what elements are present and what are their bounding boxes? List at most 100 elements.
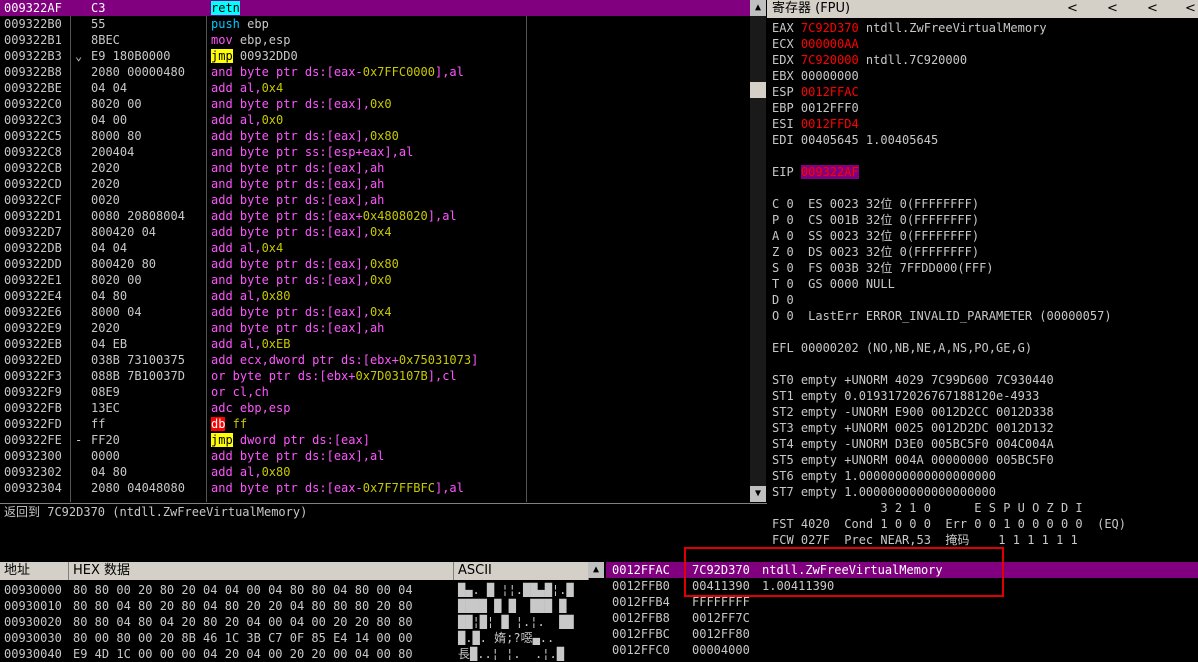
disasm-row[interactable]: 009322E9 2020 and byte ptr ds:[eax],ah (0, 320, 750, 336)
disasm-row[interactable]: 009322C3 04 00 add al,0x0 (0, 112, 750, 128)
stack-address: 0012FFB0 (612, 579, 670, 593)
disasm-row[interactable]: 009322B1 8BEC mov ebp,esp (0, 32, 750, 48)
disasm-row[interactable]: 009322F9 08E9 or cl,ch (0, 384, 750, 400)
disasm-row[interactable]: 009322B3 ⌄ E9 180B0000 jmp 00932DD0 (0, 48, 750, 64)
register-value: ST6 empty 1.0000000000000000000 (772, 469, 996, 483)
disasm-row[interactable]: 00932300 0000 add byte ptr ds:[eax],al (0, 448, 750, 464)
asm-token: and byte ptr ds:[eax- (211, 65, 363, 79)
scroll-down-icon[interactable]: ▼ (750, 486, 766, 502)
register-value: ST4 empty -UNORM D3E0 005BC5F0 004C004A (772, 437, 1054, 451)
disasm-row[interactable]: 00932302 04 80 add al,0x80 (0, 464, 750, 480)
disasm-hex: 13EC (91, 401, 120, 415)
asm-token: 0x80 (261, 465, 291, 479)
hex-bytes: E9 4D 1C 00 00 00 04 20 04 00 20 20 00 0… (73, 647, 413, 661)
disasm-row[interactable]: 009322C8 200404 and byte ptr ss:[esp+eax],… (0, 144, 750, 160)
disasm-instruction: db ff (211, 416, 247, 432)
disasm-address: 009322B1 (4, 33, 62, 47)
disasm-instruction: and byte ptr ds:[eax],0x0 (211, 272, 392, 288)
disasm-row[interactable]: 009322E4 04 80 add al,0x80 (0, 288, 750, 304)
disasm-row[interactable]: 009322EB 04 EB add al,0xEB (0, 336, 750, 352)
asm-token: 0x7D03107B (355, 369, 428, 383)
disasm-row[interactable]: 009322AF C3 retn (0, 0, 750, 16)
disasm-row[interactable]: 009322ED 038B 73100375 add ecx,dword ptr d… (0, 352, 750, 368)
disasm-row[interactable]: 009322CD 2020 and byte ptr ds:[eax],ah (0, 176, 750, 192)
register-line: P 0 CS 001B 32位 0(FFFFFFFF) (772, 212, 979, 228)
register-value: ntdll.7C920000 (858, 53, 968, 67)
asm-token: 0x0 (369, 273, 392, 287)
disasm-row[interactable]: 009322FE - FF20 jmp dword ptr ds:[eax] (0, 432, 750, 448)
disasm-row[interactable]: 009322E1 8020 00 and byte ptr ds:[eax],0x0 (0, 272, 750, 288)
disasm-instruction: jmp dword ptr ds:[eax] (211, 432, 370, 448)
registers-title-bar[interactable]: 寄存器 (FPU) < < < < (767, 0, 1198, 18)
register-value[interactable]: 000000AA (801, 37, 859, 51)
disasm-row[interactable]: 009322B0 55 push ebp (0, 16, 750, 32)
hex-dump-pane[interactable]: 地址 HEX 数据 ASCII ▲ 00930000 80 80 00 20 80… (0, 562, 604, 661)
asm-token: 0x4 (261, 241, 284, 255)
scroll-up-icon[interactable]: ▲ (750, 0, 766, 16)
register-value: EAX (772, 21, 801, 35)
register-line: A 0 SS 0023 32位 0(FFFFFFFF) (772, 228, 979, 244)
disasm-row[interactable]: 009322D1 0080 20808004 add byte ptr ds:[ea… (0, 208, 750, 224)
disasm-instruction: retn (211, 0, 240, 16)
disasm-hex: 0080 20808004 (91, 209, 185, 223)
disasm-hex: 04 04 (91, 241, 128, 255)
disasm-address: 009322C0 (4, 97, 62, 111)
disassembly-scrollbar[interactable]: ▲ ▼ (750, 0, 766, 502)
nav-left-icon[interactable]: < (1067, 0, 1078, 18)
scroll-up-icon[interactable]: ▲ (588, 562, 604, 578)
hex-header-data[interactable]: HEX 数据 (69, 562, 454, 580)
register-line: ECX 000000AA (772, 36, 859, 52)
disasm-row[interactable]: 009322FB 13EC adc ebp,esp (0, 400, 750, 416)
nav-left-icon[interactable]: < (1185, 0, 1196, 18)
disasm-instruction: adc ebp,esp (211, 400, 290, 416)
disasm-row[interactable]: 009322CB 2020 and byte ptr ds:[eax],ah (0, 160, 750, 176)
disasm-row[interactable]: 00932304 2080 04048080 and byte ptr ds:[ea… (0, 480, 750, 496)
register-value[interactable]: 7C920000 (801, 53, 859, 67)
stack-row[interactable]: 0012FFB8 0012FF7C (606, 610, 1198, 626)
nav-left-icon[interactable]: < (1107, 0, 1118, 18)
asm-token: add byte ptr ds:[eax],al (211, 449, 385, 463)
disasm-row[interactable]: 009322DB 04 04 add al,0x4 (0, 240, 750, 256)
disasm-row[interactable]: 009322DD 800420 80 add byte ptr ds:[eax],0… (0, 256, 750, 272)
hex-header-address[interactable]: 地址 (0, 562, 69, 580)
asm-token: 0x4 (261, 81, 284, 95)
register-line: S 0 FS 003B 32位 7FFDD000(FFF) (772, 260, 994, 276)
disasm-instruction: add al,0x4 (211, 80, 283, 96)
nav-left-icon[interactable]: < (1147, 0, 1158, 18)
disasm-hex: 04 80 (91, 465, 128, 479)
disasm-row[interactable]: 009322D7 800420 04 add byte ptr ds:[eax],0… (0, 224, 750, 240)
disasm-hex: 08E9 (91, 385, 120, 399)
stack-row[interactable]: 0012FFBC 0012FF80 (606, 626, 1198, 642)
disasm-row[interactable]: 009322FD ff db ff (0, 416, 750, 432)
register-value: EFL 00000202 (NO,NB,NE,A,NS,PO,GE,G) (772, 341, 1033, 355)
disasm-row[interactable]: 009322CF 0020 add byte ptr ds:[eax],ah (0, 192, 750, 208)
register-value[interactable]: 7C92D370 (801, 21, 859, 35)
register-line: EAX 7C92D370 ntdll.ZwFreeVirtualMemory (772, 20, 1047, 36)
register-line: ST2 empty -UNORM E900 0012D2CC 0012D338 (772, 404, 1054, 420)
register-value: D 0 (772, 293, 794, 307)
register-value: ST2 empty -UNORM E900 0012D2CC 0012D338 (772, 405, 1054, 419)
disasm-row[interactable]: 009322B8 2080 00000480 and byte ptr ds:[ea… (0, 64, 750, 80)
asm-token: adc ebp,esp (211, 401, 291, 415)
register-value[interactable]: 0012FFAC (801, 85, 859, 99)
asm-token: add al, (211, 289, 262, 303)
disasm-address: 009322BE (4, 81, 62, 95)
disasm-row[interactable]: 009322F3 088B 7B10037D or byte ptr ds:[ebx… (0, 368, 750, 384)
disasm-row[interactable]: 009322BE 04 04 add al,0x4 (0, 80, 750, 96)
disasm-row[interactable]: 009322C5 8000 80 add byte ptr ds:[eax],0x8… (0, 128, 750, 144)
disassembly-pane[interactable]: 009322AF C3 retn 009322B0 55 push ebp 009322B1… (0, 0, 750, 502)
asm-token: ff (225, 417, 248, 431)
stack-row[interactable]: 0012FFC0 00004000 (606, 642, 1198, 658)
register-line: ST3 empty +UNORM 0025 0012D2DC 0012D132 (772, 420, 1054, 436)
disasm-row[interactable]: 009322C0 8020 00 and byte ptr ds:[eax],0x0 (0, 96, 750, 112)
register-value[interactable]: 009322AF (800, 165, 859, 179)
disasm-instruction: and byte ptr ds:[eax],ah (211, 176, 384, 192)
asm-token: add al, (211, 465, 262, 479)
register-value: ST7 empty 1.0000000000000000000 (772, 485, 996, 499)
scroll-thumb[interactable] (750, 82, 766, 98)
disasm-row[interactable]: 009322E6 8000 04 add byte ptr ds:[eax],0x4 (0, 304, 750, 320)
hex-header-ascii[interactable]: ASCII (454, 562, 589, 580)
register-value[interactable]: 0012FFD4 (801, 117, 859, 131)
registers-pane[interactable]: 寄存器 (FPU) < < < < EAX 7C92D370 ntdll.ZwF… (767, 0, 1198, 560)
asm-token: 0x0 (369, 97, 392, 111)
